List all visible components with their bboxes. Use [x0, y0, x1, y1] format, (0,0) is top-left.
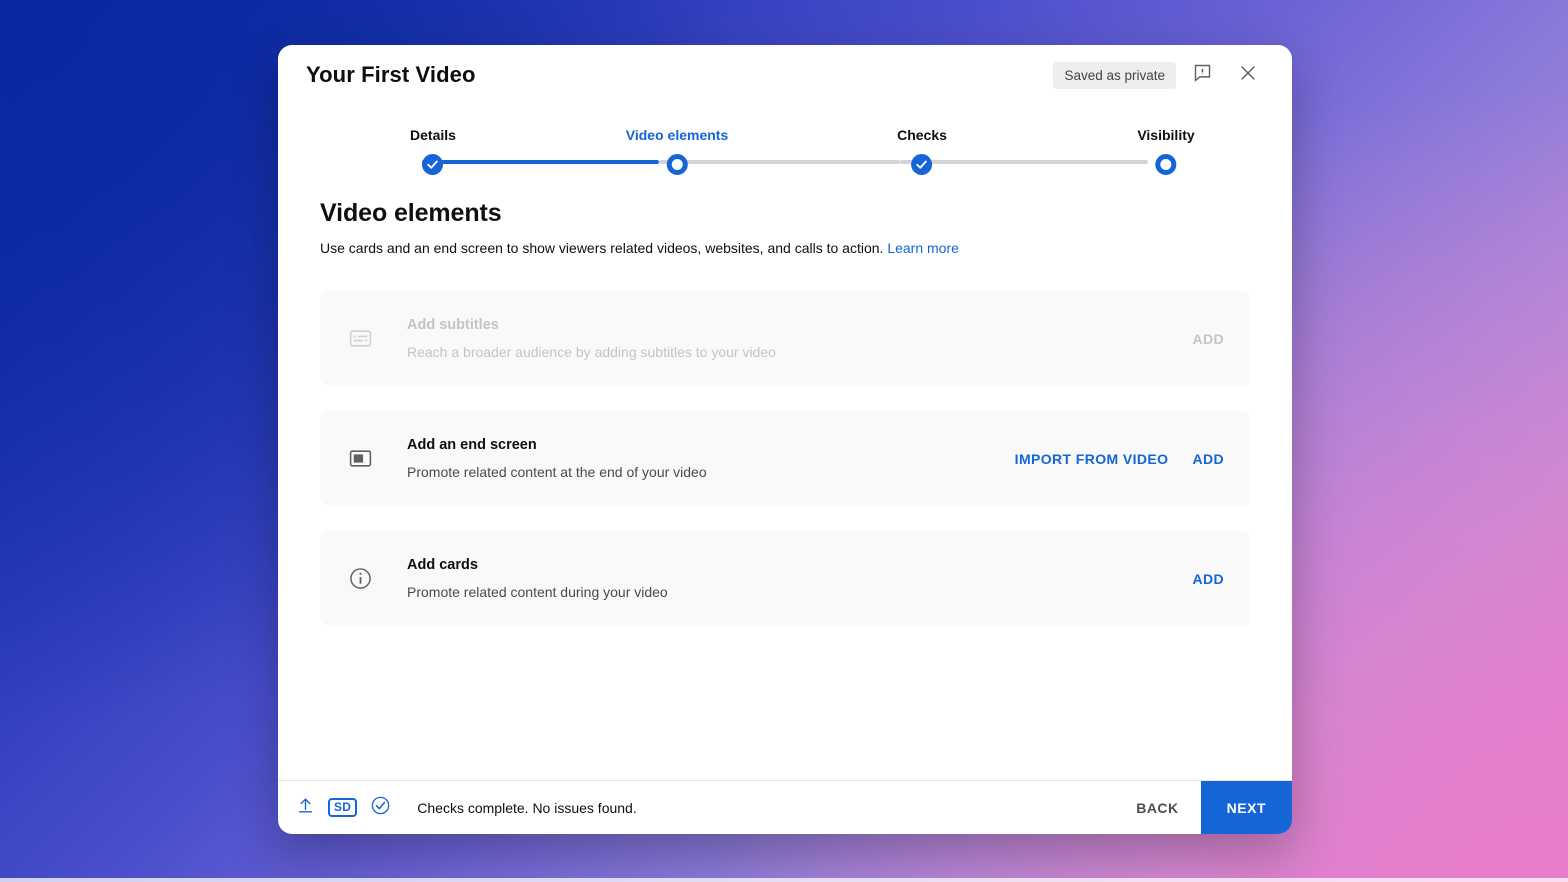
card-text-add-cards: Add cards Promote related content during…: [380, 557, 1192, 600]
section-description-text: Use cards and an end screen to show view…: [320, 240, 884, 256]
learn-more-link[interactable]: Learn more: [887, 240, 959, 256]
card-add-end-screen: Add an end screen Promote related conten…: [320, 411, 1250, 506]
screen-bottom-strip: [0, 878, 1568, 882]
dialog-footer: SD Checks complete. No issues found. BAC…: [278, 780, 1292, 834]
stepper-step-checks[interactable]: Checks: [897, 127, 947, 175]
stepper-label-details: Details: [410, 127, 456, 143]
stepper-step-visibility[interactable]: Visibility: [1137, 127, 1195, 175]
stepper-node-visibility: [1155, 154, 1177, 175]
card-title-add-subtitles: Add subtitles: [407, 317, 499, 333]
wizard-stepper: Details Video elements Checks Visibility: [278, 105, 1292, 177]
add-subtitles-button: ADD: [1192, 330, 1224, 347]
page-title: Your First Video: [306, 62, 476, 87]
status-badge: Saved as private: [1053, 61, 1176, 89]
info-circle-icon: [340, 566, 380, 591]
end-screen-icon: [340, 446, 380, 471]
add-end-screen-button[interactable]: ADD: [1192, 451, 1224, 467]
card-add-cards: Add cards Promote related content during…: [320, 531, 1250, 626]
add-cards-button[interactable]: ADD: [1192, 571, 1224, 587]
card-title-add-end-screen: Add an end screen: [407, 437, 537, 453]
next-button[interactable]: NEXT: [1200, 781, 1292, 834]
check-circle-icon: [370, 795, 391, 821]
feedback-button[interactable]: [1182, 55, 1222, 95]
footer-status-icons: SD: [296, 795, 391, 821]
card-text-add-end-screen: Add an end screen Promote related conten…: [380, 437, 1015, 480]
stepper-step-video-elements[interactable]: Video elements: [626, 127, 728, 175]
card-text-add-subtitles: Add subtitles Reach a broader audience b…: [380, 317, 1192, 360]
card-title-add-cards: Add cards: [407, 557, 478, 573]
stepper-node-details: [422, 154, 444, 175]
card-actions-add-end-screen: IMPORT FROM VIDEO ADD: [1015, 451, 1224, 467]
card-description-add-end-screen: Promote related content at the end of yo…: [407, 464, 707, 480]
close-button[interactable]: [1228, 55, 1268, 95]
stepper-label-video-elements: Video elements: [625, 127, 729, 143]
section-heading: Video elements: [320, 199, 502, 227]
card-description-add-cards: Promote related content during your vide…: [407, 584, 668, 600]
stepper-track-1: [422, 160, 659, 164]
upload-dialog: Your First Video Saved as private Detail…: [278, 45, 1292, 834]
import-from-video-button[interactable]: IMPORT FROM VIDEO: [1015, 451, 1169, 467]
video-elements-list: Add subtitles Reach a broader audience b…: [320, 291, 1250, 626]
feedback-bubble-icon: [1192, 62, 1213, 88]
video-quality-badge: SD: [328, 797, 358, 818]
dialog-body: Video elements Use cards and an end scre…: [278, 177, 1292, 780]
card-actions-add-cards: ADD: [1192, 571, 1224, 587]
stepper-track-area: Details Video elements Checks Visibility: [410, 127, 1195, 185]
stepper-node-checks: [911, 154, 933, 175]
dialog-header: Your First Video Saved as private: [278, 45, 1292, 105]
stepper-node-video-elements: [666, 154, 688, 175]
stepper-label-visibility: Visibility: [1137, 127, 1195, 143]
back-button[interactable]: BACK: [1122, 791, 1192, 825]
stepper-label-checks: Checks: [897, 127, 947, 143]
stepper-step-details[interactable]: Details: [410, 127, 456, 175]
subtitles-icon: [340, 326, 380, 351]
card-actions-add-subtitles: ADD: [1192, 331, 1224, 347]
checks-status-text: Checks complete. No issues found.: [417, 799, 637, 816]
card-add-subtitles: Add subtitles Reach a broader audience b…: [320, 291, 1250, 386]
close-icon: [1237, 62, 1259, 89]
upload-arrow-icon[interactable]: [296, 796, 315, 820]
card-description-add-subtitles: Reach a broader audience by adding subti…: [407, 344, 776, 360]
section-description: Use cards and an end screen to show view…: [320, 238, 1250, 259]
